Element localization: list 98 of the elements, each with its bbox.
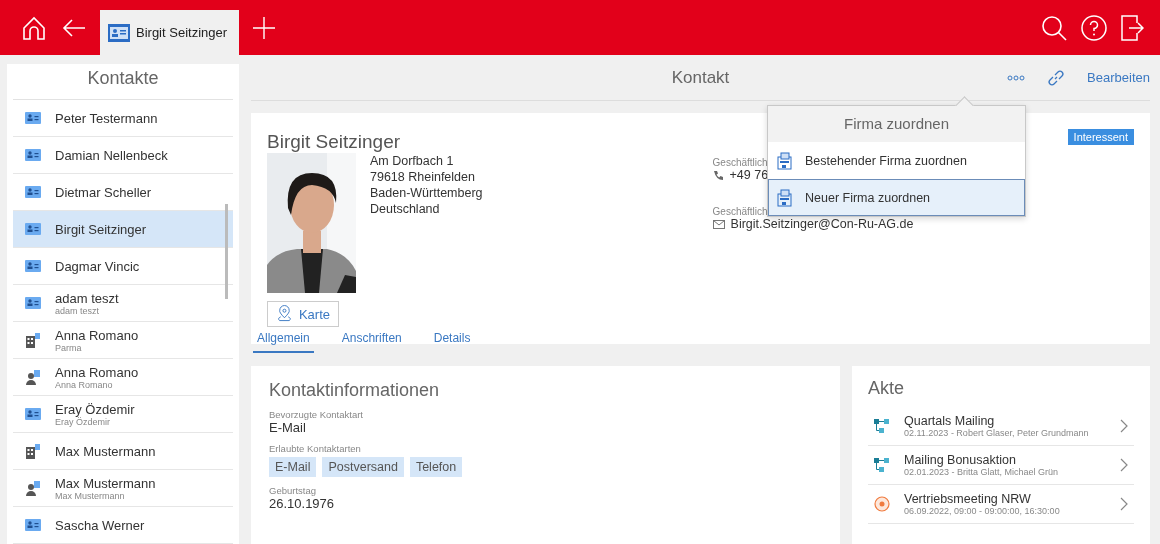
chevron-right-icon: [1120, 458, 1128, 472]
link-icon[interactable]: [1047, 68, 1066, 87]
person-icon: [25, 480, 41, 496]
contact-list-item[interactable]: Peter Testermann: [13, 100, 233, 137]
building-icon: [25, 443, 41, 459]
contact-name: Dietmar Scheller: [55, 184, 152, 200]
plus-icon[interactable]: [251, 14, 278, 41]
section-tab[interactable]: Allgemein: [253, 331, 314, 353]
field-label: Bevorzugte Kontaktart: [269, 409, 364, 420]
contact-list-item[interactable]: adam teszt adam teszt: [13, 285, 233, 322]
contact-list-item[interactable]: Anna Romano Anna Romano: [13, 359, 233, 396]
process-icon: [874, 419, 890, 433]
contact-subtitle: Eray Özdemir: [55, 416, 111, 427]
contact-card-icon: [25, 149, 41, 161]
scrollbar[interactable]: [225, 204, 228, 299]
chevron-right-icon: [1120, 419, 1128, 433]
contact-name: Max Mustermann: [55, 443, 156, 459]
file-entry-details: 02.11.2023 - Robert Glaser, Peter Grundmann: [904, 428, 1090, 438]
contact-card-icon: [25, 186, 41, 198]
section-tab[interactable]: Details: [429, 331, 475, 353]
process-icon: [874, 458, 890, 472]
contact-name: Peter Testermann: [55, 110, 158, 126]
contact-card-icon: [25, 260, 41, 272]
channel-label: Geschäftlich: [712, 206, 768, 217]
email-address: Birgit.Seitzinger@Con-Ru-AG.de: [730, 217, 914, 231]
menu-title: Firma zuordnen: [768, 106, 1025, 142]
file-entry[interactable]: Mailing Bonusaktion 02.01.2023 - Britta Glatt, Michael Grün: [868, 446, 1134, 485]
contact-name: Sascha Werner: [55, 517, 145, 533]
contact-name: Dagmar Vincic: [55, 258, 140, 274]
contact-name: adam teszt: [55, 290, 119, 306]
contact-type-tag: E-Mail: [269, 457, 317, 477]
file-entry[interactable]: Quartals Mailing 02.11.2023 - Robert Glaser, Peter Grundmann: [868, 407, 1134, 446]
field-value: 26.10.1976: [269, 496, 336, 511]
contact-name: Anna Romano: [55, 364, 139, 380]
person-icon: [25, 369, 41, 385]
mail-icon: [712, 219, 725, 229]
field-label: Geburtstag: [269, 485, 317, 496]
company-assign-icon: [777, 151, 793, 170]
menu-item[interactable]: Bestehender Firma zuordnen: [768, 142, 1025, 179]
contact-list-item[interactable]: Max Mustermann Max Mustermann: [13, 470, 233, 507]
contact-subtitle: Anna Romano: [55, 379, 114, 390]
contact-list-item[interactable]: Eray Özdemir Eray Özdemir: [13, 396, 233, 433]
contact-type-tag: Telefon: [409, 457, 463, 477]
section-tab[interactable]: Anschriften: [337, 331, 406, 353]
contact-name: Max Mustermann: [55, 475, 156, 491]
field-label: Erlaubte Kontaktarten: [269, 443, 362, 454]
contact-name: Birgit Seitzinger: [267, 131, 401, 153]
contact-list-item[interactable]: Birgit Seitzinger: [13, 211, 233, 248]
contact-card-icon: [108, 23, 130, 42]
contact-card-icon: [25, 223, 41, 235]
file-entry[interactable]: Vertriebsmeeting NRW 06.09.2022, 09:00 - 09:00:00, 16:30:00: [868, 485, 1134, 524]
contact-card-icon: [25, 112, 41, 124]
logout-icon[interactable]: [1120, 13, 1144, 42]
address-line: Deutschland: [370, 201, 441, 217]
company-assign-icon: [777, 188, 793, 207]
address-line: 79618 Rheinfelden: [370, 169, 476, 185]
channel-label: Geschäftlich: [712, 157, 768, 168]
building-icon: [25, 332, 41, 348]
menu-item[interactable]: Neuer Firma zuordnen: [768, 179, 1025, 216]
contact-list-item[interactable]: Anna Romano Parma: [13, 322, 233, 359]
file-entry-title: Quartals Mailing: [904, 414, 996, 428]
contact-list-item[interactable]: Damian Nellenbeck: [13, 137, 233, 174]
chevron-right-icon: [1120, 497, 1128, 511]
map-button[interactable]: Karte: [267, 301, 339, 327]
page-title: Kontakt: [671, 67, 730, 88]
location-pin-icon: [276, 305, 293, 323]
contact-type-tag: Postversand: [322, 457, 404, 477]
contact-name: Anna Romano: [55, 327, 139, 343]
edit-link[interactable]: Bearbeiten: [1087, 70, 1150, 85]
field-value: E-Mail: [269, 420, 307, 435]
section-title: Akte: [868, 378, 906, 399]
sidebar-title: Kontakte: [86, 67, 160, 90]
section-title: Kontaktinformationen: [269, 380, 441, 401]
file-entry-title: Vertriebsmeeting NRW: [904, 492, 1032, 506]
contact-subtitle: Parma: [55, 342, 83, 353]
contact-subtitle: adam teszt: [55, 305, 101, 316]
contact-list-item[interactable]: Sascha Werner: [13, 507, 233, 544]
contact-subtitle: Max Mustermann: [55, 490, 126, 501]
contact-card-icon: [25, 297, 41, 309]
contact-tab[interactable]: Birgit Seitzinger: [100, 10, 240, 55]
contact-name: Eray Özdemir: [55, 401, 135, 417]
phone-icon: [712, 169, 724, 181]
contact-list-item[interactable]: Max Mustermann: [13, 433, 233, 470]
contact-name: Birgit Seitzinger: [55, 221, 147, 237]
file-entry-details: 02.01.2023 - Britta Glatt, Michael Grün: [904, 467, 1060, 477]
file-entry-details: 06.09.2022, 09:00 - 09:00:00, 16:30:00: [904, 506, 1061, 516]
search-icon[interactable]: [1040, 13, 1068, 42]
contact-name: Damian Nellenbeck: [55, 147, 168, 163]
address-line: Baden-Württemberg: [370, 185, 483, 201]
help-icon[interactable]: [1080, 13, 1108, 42]
target-icon: [874, 496, 890, 512]
more-icon[interactable]: [1007, 74, 1026, 81]
contact-card-icon: [25, 408, 41, 420]
address-line: Am Dorfbach 1: [370, 153, 455, 169]
file-entry-title: Mailing Bonusaktion: [904, 453, 1017, 467]
status-badge: Interessent: [1067, 129, 1134, 145]
contact-card-icon: [25, 519, 41, 531]
phone-number: +49 76: [729, 168, 769, 182]
